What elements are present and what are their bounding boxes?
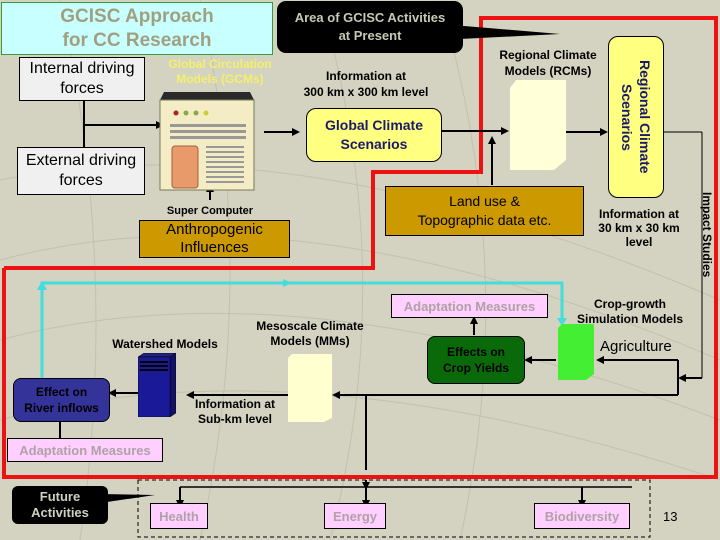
page-number: 13 <box>663 509 678 524</box>
mesoscale-line-2: Models (MMs) <box>270 334 350 348</box>
callout-future-activities: Future Activities <box>12 486 108 524</box>
future-item-biodiversity: Biodiversity <box>534 503 630 529</box>
mesoscale-model-block <box>288 354 332 422</box>
crop-yields-box: Effects on Crop Yields <box>427 336 525 384</box>
page-title: GCISC Approach for CC Research <box>1 2 273 55</box>
gcm-label-line-1: Global Circulation <box>168 57 272 71</box>
anthropogenic-line-1: Anthropogenic <box>166 221 263 238</box>
river-inflows-line-2: River inflows <box>24 401 99 415</box>
mesoscale-line-1: Mesoscale Climate <box>256 319 364 333</box>
rcm-model-block <box>510 80 566 170</box>
info-subkm-label: Information at Sub-km level <box>180 397 290 427</box>
adaptation-measures-top: Adaptation Measures <box>391 294 548 318</box>
regional-climate-scenarios-box: Regional Climate Scenarios <box>608 36 664 198</box>
external-forces-line-1: External driving <box>25 152 137 169</box>
rcm-label: Regional Climate Models (RCMs) <box>486 47 610 79</box>
crop-models-line-1: Crop-growth <box>594 297 666 311</box>
river-inflows-line-1: Effect on <box>35 385 88 399</box>
server-icon <box>138 353 176 417</box>
rcm-label-line-1: Regional Climate <box>499 48 597 62</box>
mesoscale-label: Mesoscale Climate Models (MMs) <box>244 319 376 349</box>
watershed-label: Watershed Models <box>112 337 218 351</box>
regional-scenarios-line-2: Scenarios <box>619 83 635 151</box>
info-subkm-line-1: Information at <box>195 397 275 411</box>
future-item-energy: Energy <box>324 503 386 529</box>
global-climate-scenarios-box: Global Climate Scenarios <box>306 108 442 162</box>
gcm-label-line-2: Models (GCMs) <box>176 72 264 86</box>
callout-future-line-1: Future <box>39 489 81 504</box>
title-line-1: GCISC Approach <box>60 5 214 27</box>
crop-yields-line-1: Effects on <box>446 345 505 359</box>
callout-present-line-2: at Present <box>338 28 402 43</box>
super-computer-label: Super Computer <box>166 205 254 217</box>
land-use-line-1: Land use & <box>449 193 520 209</box>
info-30km-line-3: level <box>625 235 653 249</box>
info-300km-line-1: Information at <box>326 69 406 83</box>
regional-scenarios-line-1: Regional Climate <box>637 60 653 174</box>
land-use-line-2: Topographic data etc. <box>417 212 552 228</box>
future-item-health: Health <box>150 503 208 529</box>
callout-future-line-2: Activities <box>31 505 89 520</box>
internal-forces-line-2: forces <box>60 80 104 97</box>
info-300km-label: Information at 300 km x 300 km level <box>286 68 446 100</box>
global-scenarios-line-2: Scenarios <box>340 136 408 152</box>
adaptation-measures-bottom: Adaptation Measures <box>7 438 163 462</box>
info-300km-line-2: 300 km x 300 km level <box>303 85 429 99</box>
river-inflows-box: Effect on River inflows <box>13 378 110 422</box>
super-computer-icon <box>159 92 255 191</box>
land-use-box: Land use & Topographic data etc. <box>385 186 584 236</box>
impact-studies-label: Impact Studies <box>700 192 714 278</box>
anthropogenic-line-2: Influences <box>180 239 249 256</box>
rcm-label-line-2: Models (RCMs) <box>504 64 592 78</box>
internal-driving-forces-box: Internal driving forces <box>19 57 145 101</box>
external-forces-line-2: forces <box>59 172 103 189</box>
info-30km-line-1: Information at <box>599 207 679 221</box>
callout-present-line-1: Area of GCISC Activities <box>294 10 446 25</box>
anthropogenic-influences-box: Anthropogenic Influences <box>139 220 290 258</box>
gcm-label: Global Circulation Models (GCMs) <box>150 57 290 87</box>
external-driving-forces-box: External driving forces <box>17 147 145 195</box>
callout-present-activities: Area of GCISC Activities at Present <box>277 1 463 53</box>
info-30km-line-2: 30 km x 30 km <box>598 221 680 235</box>
agriculture-label: Agriculture <box>600 338 672 355</box>
info-subkm-line-2: Sub-km level <box>197 412 273 426</box>
global-scenarios-line-1: Global Climate <box>324 117 424 133</box>
crop-model-block <box>558 324 594 380</box>
info-30km-label: Information at 30 km x 30 km level <box>584 207 694 249</box>
crop-models-label: Crop-growth Simulation Models <box>564 297 696 327</box>
crop-yields-line-2: Crop Yields <box>442 361 510 375</box>
title-line-2: for CC Research <box>62 29 212 51</box>
internal-forces-line-1: Internal driving <box>29 60 135 77</box>
